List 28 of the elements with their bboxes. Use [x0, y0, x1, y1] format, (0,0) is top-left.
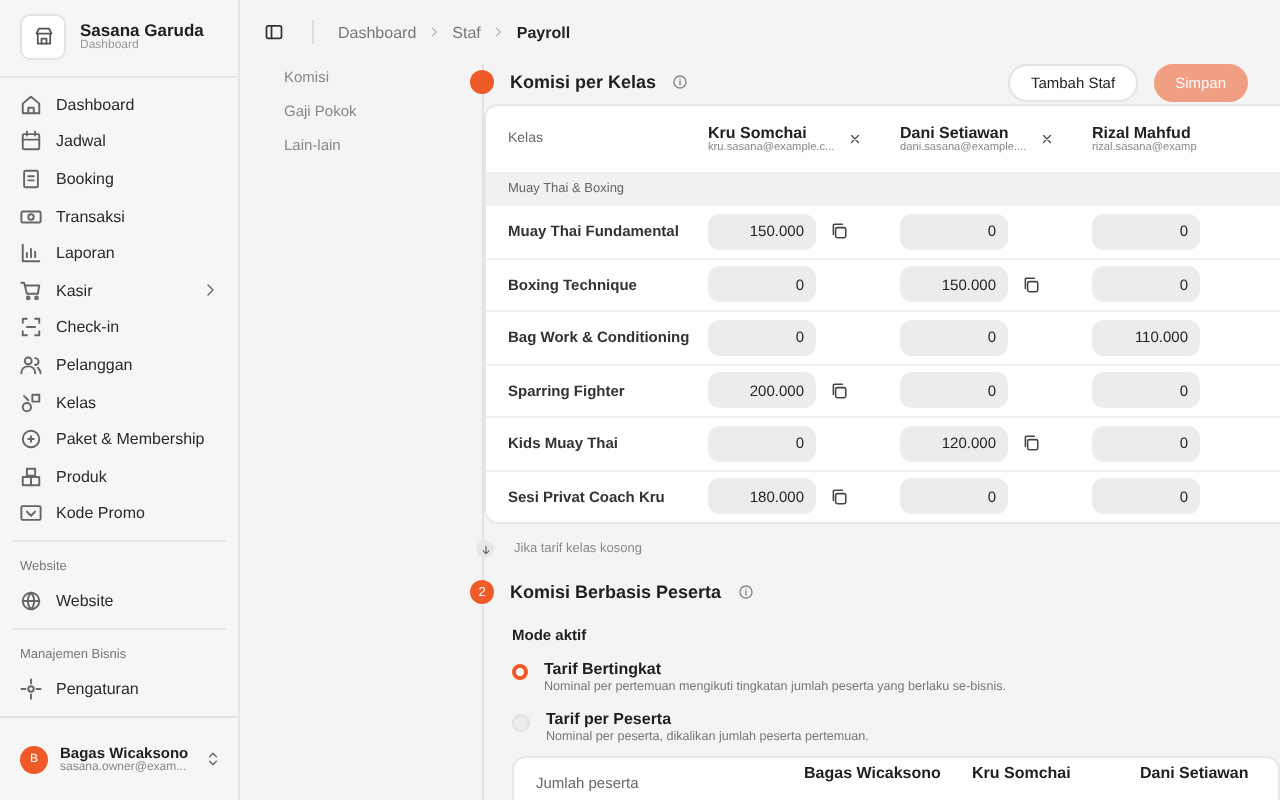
staff-name: Rizal Mahfud	[1092, 124, 1193, 142]
nav-item[interactable]: Pengaturan	[12, 669, 226, 707]
option-title: Tarif per Peserta	[546, 710, 674, 728]
nav-item[interactable]: Kode Promo	[12, 495, 226, 533]
section-title: Komisi per Kelas	[510, 72, 657, 92]
nav-item[interactable]: Check-in	[12, 309, 226, 347]
nav-item[interactable]: Pelanggan	[12, 346, 226, 384]
column-header: Bagas Wicaksono	[804, 764, 943, 786]
nav-item[interactable]: Booking	[12, 160, 226, 198]
nav-item[interactable]: Dashboard	[12, 86, 226, 124]
nav-item[interactable]: Website	[12, 582, 226, 620]
column-header: Kru Somchai	[972, 764, 1073, 786]
business-name: Sasana Garuda	[80, 20, 204, 40]
column-header: Dani Setiawan	[1140, 764, 1251, 786]
nav-item[interactable]: Transaksi	[12, 197, 226, 235]
nav-item[interactable]: Produk	[12, 457, 226, 496]
nav-item[interactable]: Kelas	[12, 383, 226, 421]
breadcrumb-item[interactable]: Staf	[452, 23, 481, 41]
breadcrumb-item: Payroll	[516, 23, 571, 41]
staff-name: Kru Somchai	[708, 124, 809, 142]
nav-item[interactable]: Laporan	[12, 234, 226, 272]
nav-item[interactable]: Jadwal	[12, 123, 226, 161]
staff-name: Dani Setiawan	[900, 124, 1011, 142]
breadcrumb-item[interactable]: Dashboard	[338, 23, 417, 41]
section-title: Komisi Berbasis Peserta	[510, 582, 722, 602]
nav-item[interactable]: Kasir	[12, 271, 226, 310]
nav-item[interactable]: Paket & Membership	[12, 420, 226, 458]
option-title: Tarif Bertingkat	[544, 660, 664, 678]
